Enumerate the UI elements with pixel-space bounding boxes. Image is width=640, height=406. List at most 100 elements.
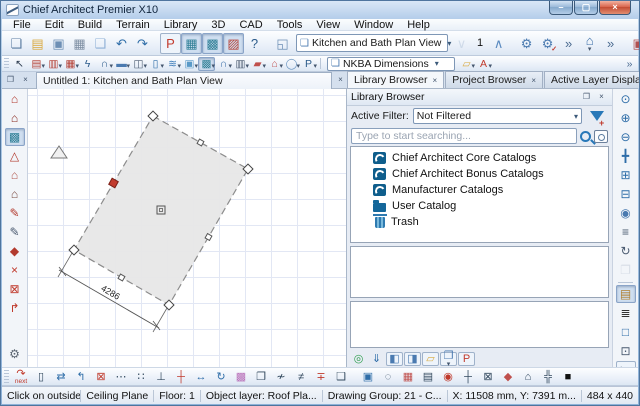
library-tree-item-chief-architect-bonus-catalogs[interactable]: Chief Architect Bonus Catalogs bbox=[351, 166, 608, 182]
download-library-content-button[interactable]: ⇓ bbox=[368, 352, 385, 366]
dimension-tool-button[interactable]: ▬ ▾ bbox=[113, 57, 130, 71]
eraser-button[interactable]: ▱ bbox=[422, 352, 439, 366]
wall-break-button[interactable]: ϟ bbox=[79, 57, 96, 71]
menu-edit[interactable]: Edit bbox=[38, 19, 71, 31]
fill-window-button[interactable]: ⊞ bbox=[616, 166, 636, 184]
place-point-button[interactable]: ┼ bbox=[458, 368, 478, 385]
menu-3d[interactable]: 3D bbox=[204, 19, 232, 31]
make-perpendicular-button[interactable]: ⊥ bbox=[151, 368, 171, 385]
multiple-copy-button[interactable]: ⋯ bbox=[111, 368, 131, 385]
window-tool-button[interactable]: ▣ ▾ bbox=[181, 57, 198, 71]
tab-project-browser[interactable]: Project Browser × bbox=[445, 71, 543, 88]
elevation-view-toggle-button[interactable]: ▨ bbox=[223, 32, 244, 54]
delete-button[interactable]: ⊠ bbox=[91, 368, 111, 385]
layer-sets-button[interactable]: ≡ bbox=[616, 223, 636, 241]
close-icon[interactable]: × bbox=[433, 76, 438, 85]
edit-area-visible-button[interactable]: ✎ bbox=[5, 223, 25, 241]
toggle-preview-pane-button[interactable]: ◨ bbox=[404, 352, 421, 366]
material-eyedropper-button[interactable]: ◆ bbox=[5, 242, 25, 260]
intersect-button[interactable]: ≠ bbox=[291, 368, 311, 385]
close-icon[interactable]: × bbox=[531, 76, 536, 85]
floor-up-button[interactable]: ∧ bbox=[488, 33, 509, 54]
kitchen-view-button[interactable]: ▩ ▾ bbox=[198, 56, 215, 71]
minimize-button[interactable]: – bbox=[549, 1, 573, 15]
cabinet-tool-button[interactable]: ◫ ▾ bbox=[130, 57, 147, 71]
break-line-button[interactable]: ≁ bbox=[271, 368, 291, 385]
fill-window-building-button[interactable]: ⊟ bbox=[616, 185, 636, 203]
library-tree-item-chief-architect-core-catalogs[interactable]: Chief Architect Core Catalogs bbox=[351, 150, 608, 166]
text-tool-button[interactable]: A ▾ bbox=[475, 57, 492, 71]
print-preview-button[interactable]: ❑ bbox=[90, 33, 111, 54]
array-copy-button[interactable]: ∷ bbox=[131, 368, 151, 385]
triangle-marker[interactable] bbox=[50, 145, 68, 159]
project-browser-small-button[interactable]: P bbox=[458, 352, 475, 366]
rectangle-tool-button[interactable]: □ bbox=[616, 323, 636, 341]
rotate-view-button[interactable]: ↻ bbox=[616, 242, 636, 260]
menu-file[interactable]: File bbox=[6, 19, 38, 31]
transform-replicate-edit-button[interactable]: ↰ bbox=[71, 368, 91, 385]
drawing-area[interactable]: 4286 bbox=[28, 89, 347, 367]
point-marker-button[interactable]: ┼ bbox=[171, 368, 191, 385]
dimension-defaults-combo[interactable]: ❏ NKBA Dimensions ▾ bbox=[327, 56, 455, 71]
export-picture-button[interactable]: ◱ bbox=[272, 33, 293, 54]
copy-region-button[interactable]: ❑ bbox=[331, 368, 351, 385]
menu-window[interactable]: Window bbox=[347, 19, 400, 31]
zoom-out-button[interactable]: ⊖ bbox=[616, 128, 636, 146]
filter-icon[interactable] bbox=[590, 111, 604, 128]
search-options-icon[interactable] bbox=[594, 129, 608, 143]
next-edit-button[interactable]: ↷ next bbox=[11, 368, 31, 385]
zoom-region-button[interactable]: ⊙ bbox=[616, 90, 636, 108]
back-elevation-button[interactable]: ⌂ bbox=[5, 185, 25, 203]
cross-section-button[interactable]: △ bbox=[5, 147, 25, 165]
settings-gear-button[interactable]: ⚙ bbox=[5, 345, 25, 363]
library-tree-item-user-catalog[interactable]: User Catalog bbox=[351, 198, 608, 214]
interior-wall-button[interactable]: ▥ ▾ bbox=[45, 57, 62, 71]
dormer-button[interactable]: ⌂ ▾ bbox=[266, 57, 283, 71]
folder-options-button[interactable]: ❐ ▾ bbox=[440, 351, 457, 367]
terrain-button[interactable]: ◯ ▾ bbox=[283, 57, 300, 71]
menu-cad[interactable]: CAD bbox=[232, 19, 269, 31]
fence-button[interactable]: ▤ bbox=[418, 368, 438, 385]
close-view-button[interactable]: × bbox=[19, 74, 32, 86]
color-chip-button[interactable]: ■ bbox=[558, 368, 578, 385]
grid-snap-button[interactable]: ╬ bbox=[538, 368, 558, 385]
overflow-chevron-1[interactable]: » bbox=[558, 33, 579, 54]
reflect-button[interactable]: ∓ bbox=[311, 368, 331, 385]
ruler-button[interactable]: ▱ ▾ bbox=[458, 57, 475, 71]
zoom-in-button[interactable]: ⊕ bbox=[616, 109, 636, 127]
close-document-tab-button[interactable]: × bbox=[334, 74, 347, 86]
close-button[interactable]: × bbox=[599, 1, 631, 15]
new-plan-button[interactable]: ❏ bbox=[6, 33, 27, 54]
railing-button[interactable]: ▦ ▾ bbox=[62, 57, 79, 71]
ceiling-plane-polygon[interactable] bbox=[73, 115, 249, 306]
redo-button[interactable]: ↷ bbox=[132, 33, 153, 54]
search-icon[interactable] bbox=[580, 130, 591, 142]
arc-tool-button[interactable]: ∩ ▾ bbox=[96, 57, 113, 71]
stairs-tool-button[interactable]: ≋ ▾ bbox=[164, 57, 181, 71]
accurate-move-button[interactable]: ⌂ bbox=[518, 368, 538, 385]
point-to-point-move-button[interactable]: ⇄ bbox=[51, 368, 71, 385]
rotate-button[interactable]: ↻ bbox=[211, 368, 231, 385]
roof-plane-button[interactable]: ▰ ▾ bbox=[249, 57, 266, 71]
active-layer-options-button[interactable]: ▤ bbox=[615, 285, 636, 303]
wall-framing-button[interactable]: ▥ ▾ bbox=[232, 57, 249, 71]
plan-view-toggle-button[interactable]: ▦ bbox=[181, 32, 202, 54]
maximize-button[interactable]: ▢ bbox=[574, 1, 598, 15]
saved-plan-view-combo[interactable]: ❏ Kitchen and Bath Plan View ▾ bbox=[296, 34, 451, 52]
menu-terrain[interactable]: Terrain bbox=[109, 19, 157, 31]
transform-replicate-button[interactable]: ↱ bbox=[5, 299, 25, 317]
delete-all-button[interactable]: ⊠ bbox=[5, 280, 25, 298]
toolbar-overflow-button[interactable]: » bbox=[621, 57, 638, 71]
save-plan-button[interactable]: ▣ bbox=[48, 33, 69, 54]
exterior-wall-button[interactable]: ▤ ▾ bbox=[28, 57, 45, 71]
menu-build[interactable]: Build bbox=[71, 19, 109, 31]
edit-area-button[interactable]: ✎ bbox=[5, 204, 25, 222]
help-button[interactable]: ? bbox=[244, 33, 265, 54]
preferences-button[interactable]: ⚙ ✓ bbox=[537, 33, 558, 54]
render-view-button[interactable]: ▣ bbox=[628, 33, 639, 54]
front-elevation-button[interactable]: ⌂ bbox=[5, 166, 25, 184]
cad-layer-button[interactable]: ≣ bbox=[616, 304, 636, 322]
close-panel-button[interactable]: × bbox=[595, 91, 608, 103]
delete-objects-button[interactable]: × bbox=[5, 261, 25, 279]
toggle-tree-pane-button[interactable]: ◧ bbox=[386, 352, 403, 366]
